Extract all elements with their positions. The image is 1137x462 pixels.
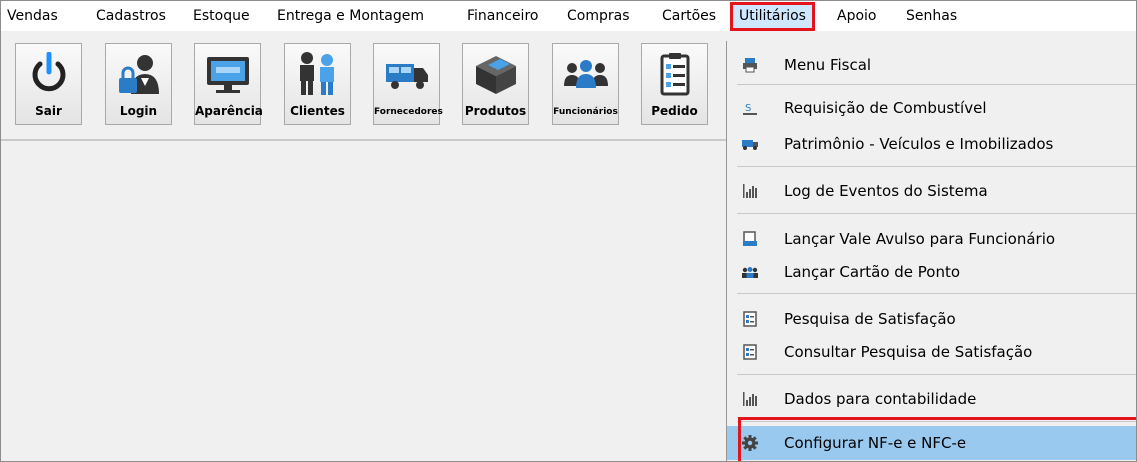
fornecedores-label: Fornecedores bbox=[374, 107, 443, 117]
survey-icon bbox=[741, 310, 759, 328]
chart-icon bbox=[741, 390, 759, 408]
toolbar-divider bbox=[1, 139, 726, 141]
menu-cadastros[interactable]: Cadastros bbox=[96, 8, 166, 24]
survey-icon bbox=[741, 343, 759, 361]
consultar-pesquisa-label: Consultar Pesquisa de Satisfação bbox=[784, 343, 1033, 361]
vehicle-icon bbox=[741, 135, 759, 153]
pesquisa-satisfacao-label: Pesquisa de Satisfação bbox=[784, 310, 956, 328]
menu-cartoes[interactable]: Cartões bbox=[662, 8, 716, 24]
fornecedores-button[interactable]: Fornecedores bbox=[373, 43, 443, 125]
log-eventos-label: Log de Eventos do Sistema bbox=[784, 182, 988, 200]
utilitarios-dropdown: Menu Fiscal S Requisição de Combustível … bbox=[726, 41, 1136, 461]
vale-avulso-item[interactable]: Lançar Vale Avulso para Funcionário bbox=[727, 222, 1136, 256]
login-button[interactable]: Login bbox=[105, 43, 172, 125]
cartao-ponto-item[interactable]: Lançar Cartão de Ponto bbox=[727, 255, 1136, 289]
patrimonio-label: Patrimônio - Veículos e Imobilizados bbox=[784, 135, 1054, 153]
menu-senhas[interactable]: Senhas bbox=[906, 8, 957, 24]
menu-separator bbox=[737, 293, 1136, 294]
menu-entrega-montagem[interactable]: Entrega e Montagem bbox=[277, 8, 424, 24]
menu-separator bbox=[737, 166, 1136, 167]
menu-separator bbox=[737, 84, 1136, 85]
clipboard-icon bbox=[642, 50, 707, 98]
team-icon bbox=[741, 263, 759, 281]
printer-icon bbox=[741, 56, 759, 74]
menu-separator bbox=[737, 374, 1136, 375]
dados-contabilidade-label: Dados para contabilidade bbox=[784, 390, 977, 408]
funcionarios-button[interactable]: Funcionários bbox=[552, 43, 619, 125]
requisicao-combustivel-item[interactable]: S Requisição de Combustível bbox=[727, 91, 1136, 125]
sair-button[interactable]: Sair bbox=[15, 43, 82, 125]
clientes-label: Clientes bbox=[290, 104, 345, 118]
menu-utilitarios[interactable]: Utilitários bbox=[730, 2, 815, 31]
chart-icon bbox=[741, 182, 759, 200]
clientes-button[interactable]: Clientes bbox=[284, 43, 351, 125]
produtos-label: Produtos bbox=[464, 104, 527, 118]
employees-icon bbox=[553, 50, 618, 98]
menu-fiscal-item[interactable]: Menu Fiscal bbox=[727, 48, 1136, 82]
menu-financeiro[interactable]: Financeiro bbox=[467, 8, 538, 24]
produtos-button[interactable]: Produtos bbox=[462, 43, 529, 125]
user-lock-icon bbox=[106, 50, 171, 98]
requisicao-combustivel-label: Requisição de Combustível bbox=[784, 99, 987, 117]
funcionarios-label: Funcionários bbox=[553, 107, 618, 117]
menu-estoque[interactable]: Estoque bbox=[193, 8, 250, 24]
box-icon bbox=[463, 50, 528, 98]
menu-separator bbox=[737, 213, 1136, 214]
aparencia-label: Aparência bbox=[195, 104, 263, 118]
fuel-icon: S bbox=[741, 99, 759, 117]
menu-compras[interactable]: Compras bbox=[567, 8, 630, 24]
menu-fiscal-label: Menu Fiscal bbox=[784, 56, 872, 74]
application-window: Vendas Cadastros Estoque Entrega e Monta… bbox=[0, 0, 1137, 462]
consultar-pesquisa-item[interactable]: Consultar Pesquisa de Satisfação bbox=[727, 335, 1136, 369]
voucher-icon bbox=[741, 230, 759, 248]
annotation-highlight-box bbox=[738, 417, 1136, 461]
patrimonio-item[interactable]: Patrimônio - Veículos e Imobilizados bbox=[727, 127, 1136, 161]
truck-icon bbox=[374, 50, 439, 98]
vale-avulso-label: Lançar Vale Avulso para Funcionário bbox=[784, 230, 1056, 248]
menu-vendas[interactable]: Vendas bbox=[7, 8, 58, 24]
pedido-button[interactable]: Pedido bbox=[641, 43, 708, 125]
dados-contabilidade-item[interactable]: Dados para contabilidade bbox=[727, 382, 1136, 416]
customers-icon bbox=[285, 50, 350, 98]
sair-label: Sair bbox=[35, 104, 62, 118]
power-icon bbox=[16, 50, 81, 98]
pesquisa-satisfacao-item[interactable]: Pesquisa de Satisfação bbox=[727, 302, 1136, 336]
log-eventos-item[interactable]: Log de Eventos do Sistema bbox=[727, 174, 1136, 208]
cartao-ponto-label: Lançar Cartão de Ponto bbox=[784, 263, 961, 281]
menu-apoio[interactable]: Apoio bbox=[837, 8, 876, 24]
svg-text:S: S bbox=[745, 103, 751, 114]
pedido-label: Pedido bbox=[651, 104, 698, 118]
login-label: Login bbox=[119, 104, 158, 118]
menu-bar: Vendas Cadastros Estoque Entrega e Monta… bbox=[1, 1, 1136, 31]
monitor-icon bbox=[195, 50, 260, 98]
aparencia-button[interactable]: Aparência bbox=[194, 43, 263, 125]
